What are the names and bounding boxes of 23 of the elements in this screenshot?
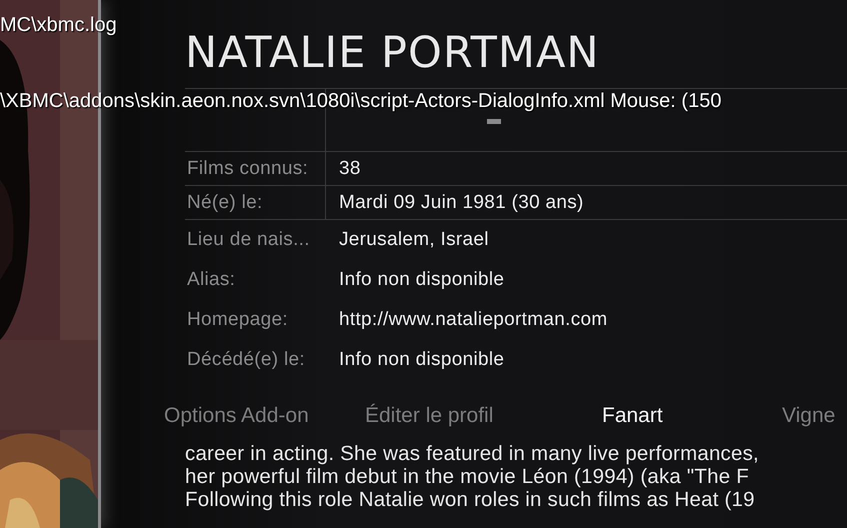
detail-value: Jerusalem, Israel — [338, 229, 489, 251]
menu-button[interactable]: Éditer le profil — [365, 404, 602, 428]
detail-label: Décédé(e) le: — [186, 348, 306, 372]
log-path-text: MC\xbmc.log — [0, 14, 117, 37]
biography-text: Following this role Natalie won roles in such films as Heat (19 — [185, 488, 756, 511]
detail-value: http://www.natalieportman.com — [338, 309, 608, 331]
detail-value: Info non disponible — [338, 349, 504, 371]
menu-button[interactable]: Fanart — [602, 404, 782, 428]
biography-text: her powerful film debut in the movie Léon (1994) (aka "The F — [185, 465, 750, 488]
menu-button[interactable]: Options Add-on — [164, 404, 365, 428]
detail-label: Alias: — [186, 268, 236, 292]
scroll-indicator — [487, 119, 501, 124]
detail-label: Homepage: — [186, 308, 289, 332]
detail-label: Films connus: — [185, 152, 326, 185]
window-info-text: \XBMC\addons\skin.aeon.nox.svn\1080i\script-Actors-DialogInfo.xml Mouse: (150 — [0, 90, 722, 113]
detail-value: Mardi 09 Juin 1981 (30 ans) — [338, 192, 584, 214]
detail-value: Info non disponible — [338, 269, 504, 291]
menu-button[interactable]: Vigne — [782, 404, 847, 428]
detail-value: 38 — [338, 158, 361, 180]
detail-label: Lieu de nais... — [186, 228, 311, 252]
biography-text: career in acting. She was featured in many live performances, — [185, 442, 760, 465]
detail-label: Né(e) le: — [185, 186, 326, 219]
actor-name: NATALIE PORTMAN — [185, 28, 601, 80]
